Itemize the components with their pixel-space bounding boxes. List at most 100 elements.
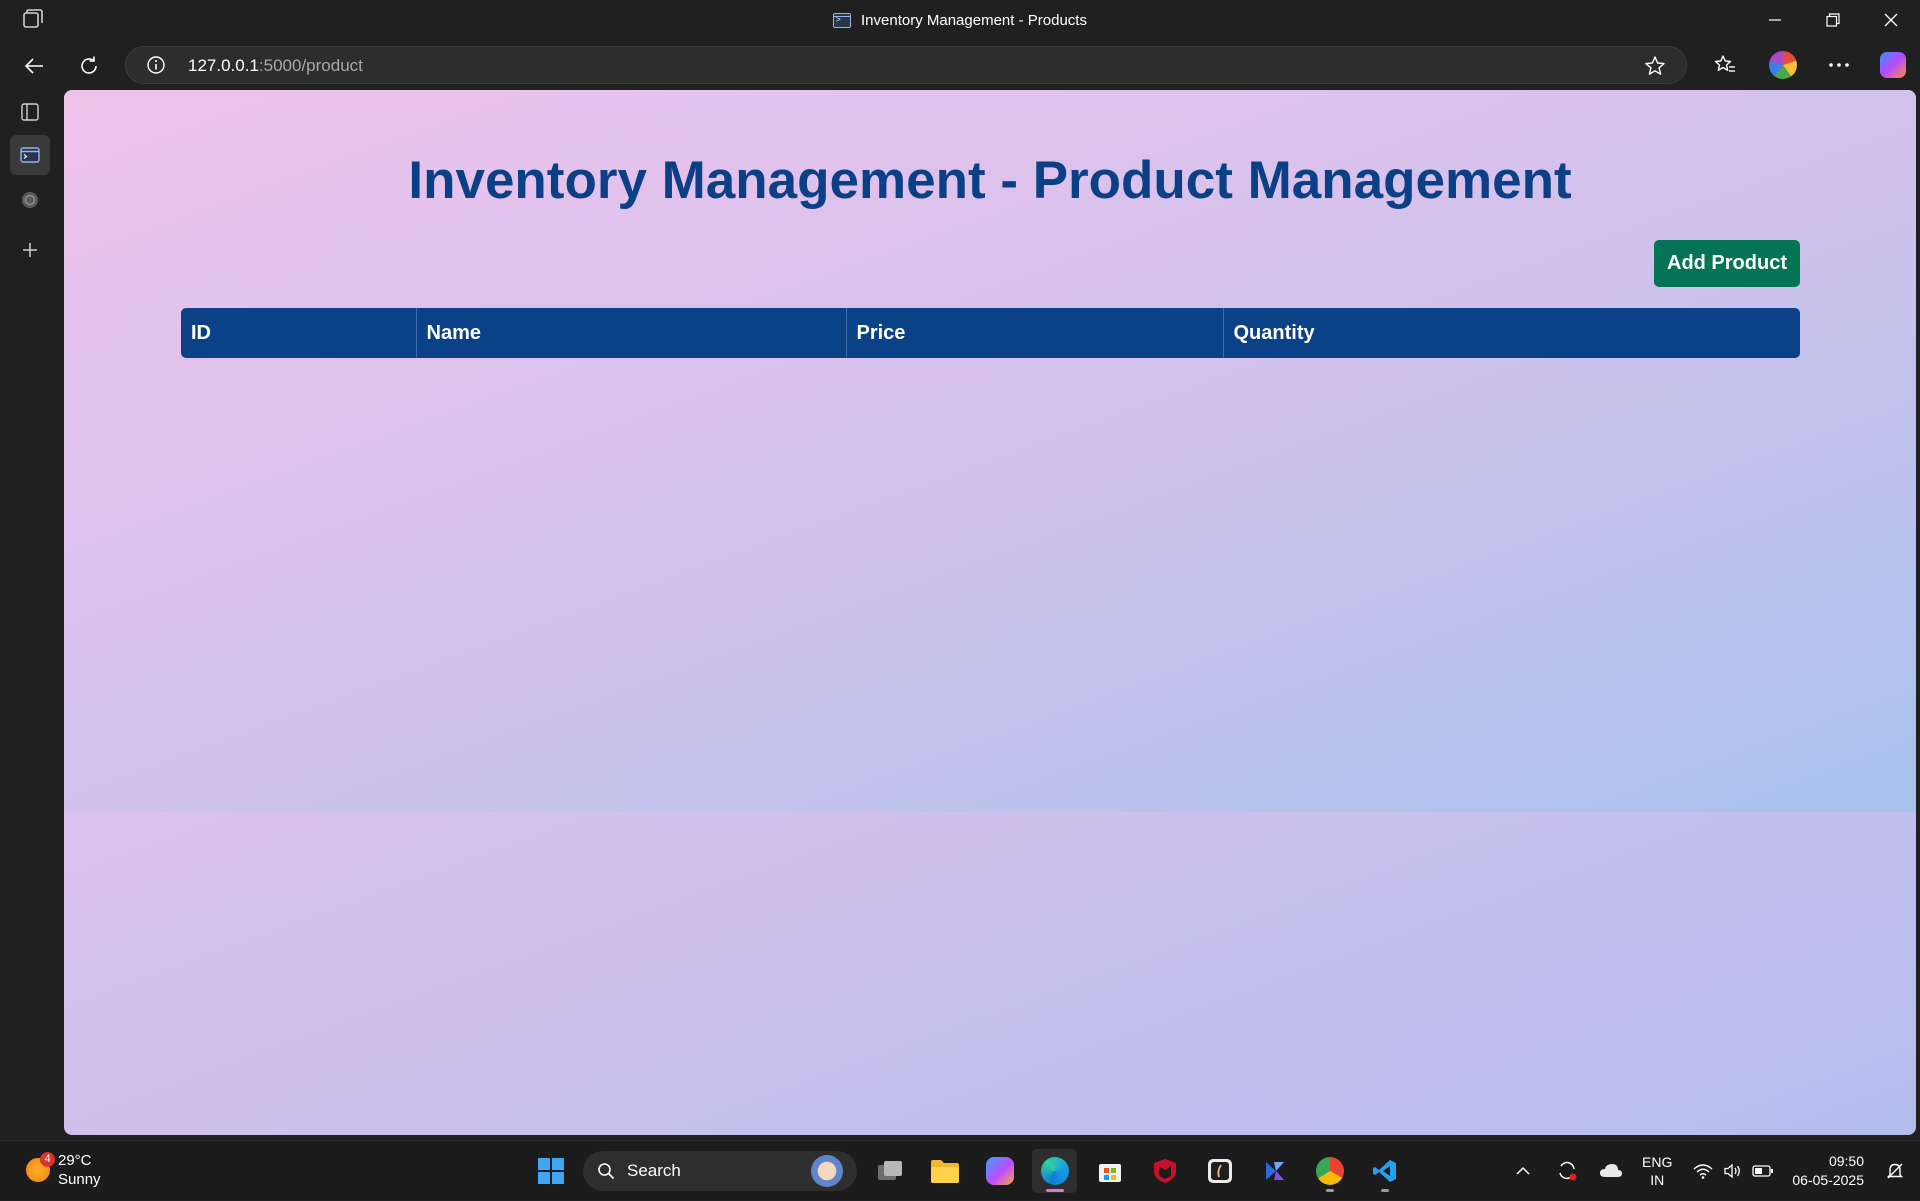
edge-browser-icon [1040, 1157, 1069, 1185]
profile-button[interactable] [1768, 50, 1798, 80]
loading-globe-icon [22, 192, 38, 208]
taskbar-vscode[interactable] [1362, 1149, 1407, 1193]
search-icon [598, 1163, 615, 1180]
sidebar-panel-icon [21, 103, 39, 121]
active-indicator [1045, 1189, 1064, 1192]
page-favicon-icon [20, 147, 40, 163]
taskbar-power-automate[interactable] [1252, 1149, 1297, 1193]
language-region: IN [1650, 1172, 1665, 1188]
copilot-icon [985, 1157, 1014, 1185]
automate-icon [1265, 1162, 1284, 1180]
taskbar-task-view[interactable] [867, 1149, 912, 1193]
taskbar-apps: Search [528, 1149, 1407, 1193]
column-header-name: Name [416, 308, 847, 358]
sync-tray-button[interactable] [1552, 1156, 1582, 1186]
volume-button[interactable] [1718, 1156, 1748, 1186]
column-header-quantity: Quantity [1223, 308, 1800, 358]
taskbar-copilot[interactable] [977, 1149, 1022, 1193]
taskbar-app-dark[interactable] [1197, 1149, 1242, 1193]
page-favicon-icon [833, 12, 852, 28]
onedrive-button[interactable] [1596, 1156, 1626, 1186]
refresh-button[interactable] [73, 50, 105, 82]
copilot-icon [1880, 52, 1906, 78]
site-info-icon[interactable] [146, 55, 166, 75]
show-hidden-icons-button[interactable] [1508, 1156, 1538, 1186]
store-bag-icon [1098, 1164, 1121, 1182]
copilot-button[interactable] [1878, 50, 1908, 80]
column-header-id: ID [181, 308, 417, 358]
weather-temperature: 29°C [58, 1152, 92, 1169]
column-header-price: Price [846, 308, 1224, 358]
taskbar-edge[interactable] [1032, 1149, 1077, 1193]
system-tray: ENG IN 09:50 06-05-2025 [1508, 1141, 1920, 1201]
taskbar-store[interactable] [1087, 1149, 1132, 1193]
minimize-button[interactable] [1746, 0, 1804, 40]
settings-more-button[interactable] [1824, 50, 1854, 80]
title-bar: Inventory Management - Products [0, 0, 1920, 40]
close-button[interactable] [1862, 0, 1920, 40]
address-bar[interactable]: 127.0.0.1:5000/product [125, 46, 1687, 84]
product-section: Inventory Management - Product Managemen… [64, 90, 1916, 812]
browser-toolbar: 127.0.0.1:5000/product [0, 40, 1920, 90]
window-title-group: Inventory Management - Products [0, 0, 1920, 40]
window-controls [1746, 0, 1920, 40]
taskbar-mcafee[interactable] [1142, 1149, 1187, 1193]
restore-icon [1826, 13, 1840, 27]
wifi-icon [1693, 1164, 1713, 1179]
more-dots-icon [1829, 63, 1849, 67]
table-header-row: ID Name Price Quantity [181, 308, 1800, 358]
restore-button[interactable] [1804, 0, 1862, 40]
taskbar-search[interactable]: Search [583, 1151, 857, 1191]
language-indicator[interactable]: ENG IN [1642, 1153, 1672, 1189]
tab-actions-button[interactable] [10, 92, 50, 132]
sync-icon [1559, 1161, 1577, 1181]
vertical-tab-strip [0, 90, 64, 1135]
weather-text: 29°C Sunny [58, 1151, 101, 1189]
task-view-icon [877, 1161, 902, 1180]
wifi-button[interactable] [1688, 1156, 1718, 1186]
folder-icon [930, 1160, 959, 1183]
battery-icon [1752, 1165, 1774, 1177]
url-host: 127.0.0.1 [188, 56, 259, 75]
favorite-star-icon[interactable] [1644, 55, 1666, 77]
chrome-icon [1315, 1157, 1344, 1185]
chevron-up-icon [1516, 1166, 1530, 1175]
url-text[interactable]: 127.0.0.1:5000/product [188, 56, 363, 76]
back-arrow-icon [24, 58, 43, 74]
bell-icon [1886, 1163, 1904, 1179]
language-code: ENG [1642, 1154, 1673, 1170]
shield-icon [1153, 1159, 1176, 1183]
close-icon [1884, 13, 1898, 27]
back-button[interactable] [18, 50, 50, 82]
notifications-button[interactable] [1880, 1156, 1910, 1186]
taskbar-file-explorer[interactable] [922, 1149, 967, 1193]
tab-other[interactable] [10, 180, 50, 220]
taskbar: 4 29°C Sunny Search ENG IN 09:50 06-05-2… [0, 1140, 1920, 1200]
minimize-icon [1769, 19, 1781, 21]
speaker-icon [1724, 1163, 1741, 1179]
start-button[interactable] [528, 1149, 573, 1193]
favorites-list-icon [1714, 55, 1735, 72]
clock[interactable]: 09:50 06-05-2025 [1792, 1152, 1864, 1190]
running-indicator [1325, 1189, 1334, 1192]
vscode-icon [1372, 1160, 1396, 1182]
plus-icon [23, 243, 37, 257]
windows-logo-icon [537, 1158, 564, 1184]
weather-widget[interactable]: 4 29°C Sunny [26, 1151, 101, 1189]
window-title: Inventory Management - Products [861, 11, 1087, 29]
add-product-button[interactable]: Add Product [1654, 240, 1800, 287]
battery-button[interactable] [1748, 1156, 1778, 1186]
profile-avatar [1769, 51, 1797, 79]
clock-date: 06-05-2025 [1792, 1172, 1864, 1188]
url-path: :5000/product [258, 56, 363, 75]
product-table: ID Name Price Quantity [181, 308, 1800, 358]
notification-badge: 4 [40, 1152, 55, 1167]
new-tab-button[interactable] [10, 230, 50, 270]
running-indicator [1380, 1189, 1389, 1192]
page-viewport: Inventory Management - Product Managemen… [64, 90, 1916, 1135]
app-tile-icon [1207, 1159, 1232, 1183]
favorites-button[interactable] [1710, 50, 1740, 80]
page-title: Inventory Management - Product Managemen… [408, 151, 1572, 210]
tab-inventory-products[interactable] [10, 135, 50, 175]
taskbar-chrome[interactable] [1307, 1149, 1352, 1193]
